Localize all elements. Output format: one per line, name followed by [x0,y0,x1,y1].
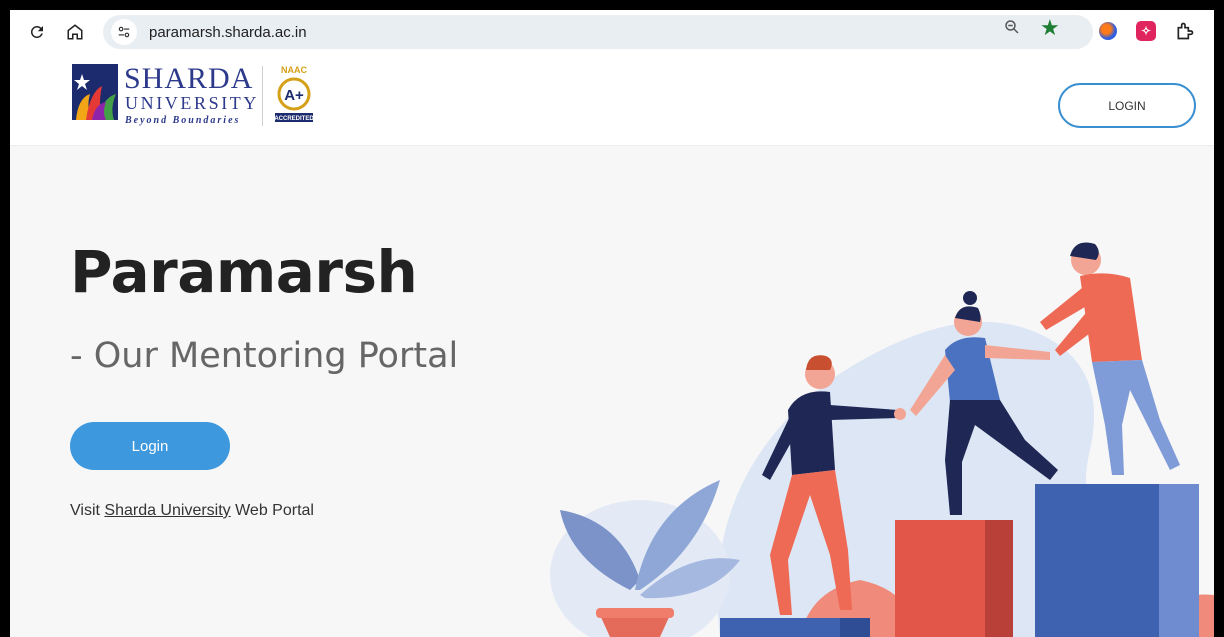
naac-grade-text: A+ [284,87,304,104]
visit-prefix: Visit [70,502,105,519]
reload-icon[interactable] [22,17,52,47]
page-title: Paramarsh [70,238,418,306]
logo-divider [262,66,263,126]
login-button[interactable]: Login [70,422,230,470]
mentoring-illustration [550,242,1214,637]
logo-tagline: Beyond Boundaries [125,115,241,126]
naac-badge-icon: NAAC A+ ACCREDITED [274,65,314,122]
naac-bottom-text: ACCREDITED [274,116,314,122]
url-text: paramarsh.sharda.ac.in [149,23,307,41]
sharda-logo[interactable]: SHARDA UNIVERSITY Beyond Boundaries NAAC… [72,64,332,134]
page-subtitle: - Our Mentoring Portal [70,336,459,376]
extension-icon[interactable]: ✧ [1136,21,1156,41]
extensions-puzzle-icon[interactable] [1173,19,1197,43]
browser-window: paramarsh.sharda.ac.in ★ ✧ SHARDA UNIVER… [10,10,1214,637]
site-info-icon[interactable] [111,19,137,45]
visit-suffix: Web Portal [230,502,314,519]
home-icon[interactable] [60,17,90,47]
browser-toolbar: paramarsh.sharda.ac.in ★ ✧ [10,10,1214,54]
zoom-icon[interactable] [1003,18,1021,41]
logo-name: SHARDA [124,62,254,95]
naac-top-text: NAAC [281,65,307,75]
site-header: SHARDA UNIVERSITY Beyond Boundaries NAAC… [10,54,1214,146]
header-login-button[interactable]: LOGIN [1058,83,1196,128]
extension-icon[interactable] [1099,22,1117,40]
visit-portal-text: Visit Sharda University Web Portal [70,502,314,520]
address-bar[interactable]: paramarsh.sharda.ac.in [103,15,1093,49]
sharda-university-link[interactable]: Sharda University [104,502,230,519]
sharda-emblem-icon [72,64,118,120]
bookmark-star-icon[interactable]: ★ [1040,15,1060,41]
logo-university: UNIVERSITY [125,93,259,113]
